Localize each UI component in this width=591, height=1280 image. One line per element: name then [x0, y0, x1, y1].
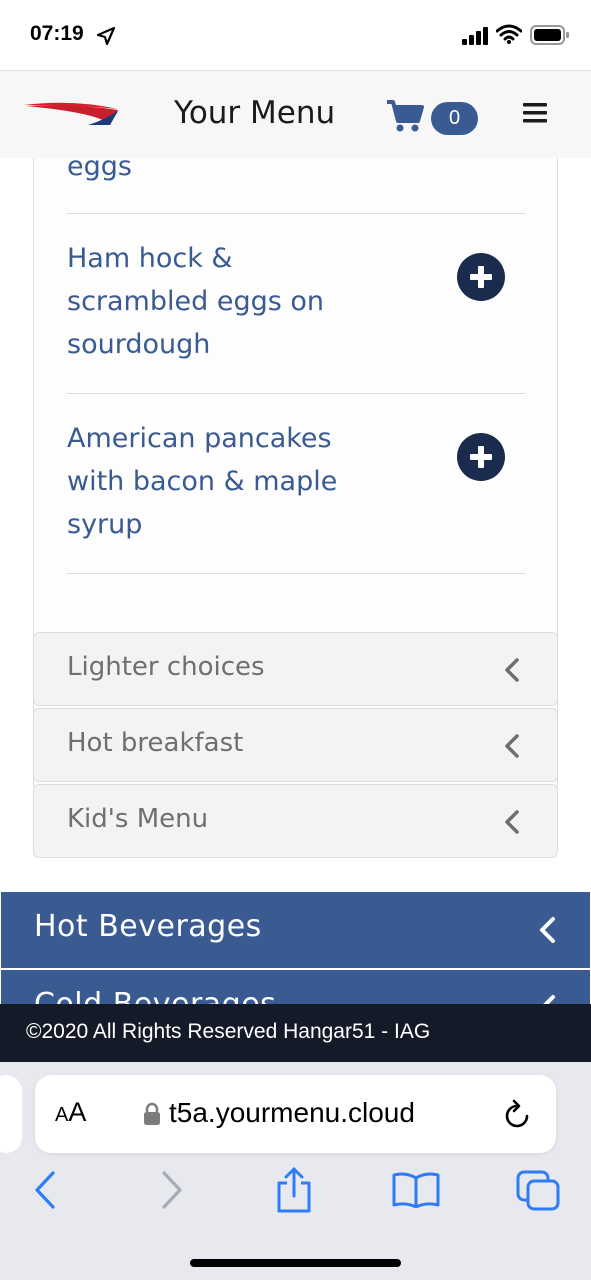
chevron-left-icon	[543, 995, 555, 1004]
back-icon[interactable]	[33, 1170, 57, 1210]
signal-icon	[462, 27, 488, 45]
menu-item-name: eggs	[67, 158, 132, 182]
category-label: Cold Beverages	[34, 987, 276, 1004]
menu-item-name: Ham hock & scrambled eggs on sourdough	[67, 243, 325, 360]
category-hot-beverages[interactable]: Hot Beverages	[1, 892, 590, 968]
category-label: Hot Beverages	[34, 909, 262, 944]
previous-tab-preview[interactable]	[0, 1075, 22, 1153]
share-icon[interactable]	[275, 1166, 313, 1214]
category-cold-beverages[interactable]: Cold Beverages	[1, 970, 590, 1004]
subcategory-hot-breakfast[interactable]: Hot breakfast	[33, 708, 558, 782]
lock-icon	[144, 1102, 160, 1125]
home-indicator[interactable]	[190, 1259, 401, 1267]
tabs-icon[interactable]	[516, 1170, 562, 1212]
subcategory-kids-menu[interactable]: Kid's Menu	[33, 784, 558, 858]
wifi-icon	[496, 24, 522, 44]
add-item-button[interactable]	[457, 253, 505, 301]
add-item-button[interactable]	[457, 433, 505, 481]
battery-icon	[530, 25, 569, 45]
menu-content[interactable]: eggs Ham hock & scrambled eggs on sourdo…	[0, 158, 591, 1004]
chevron-left-icon	[505, 810, 519, 834]
british-airways-logo[interactable]	[22, 99, 122, 129]
menu-item-name: American pancakes with bacon & maple syr…	[67, 423, 338, 540]
subcategory-label: Lighter choices	[67, 652, 265, 682]
subcategory-label: Kid's Menu	[67, 804, 209, 834]
divider	[67, 213, 525, 214]
browser-chrome: AA t5a.yourmenu.cloud	[0, 1062, 591, 1280]
chevron-left-icon	[505, 658, 519, 682]
reload-icon[interactable]	[501, 1097, 533, 1131]
page-title: Your Menu	[174, 95, 336, 131]
divider	[67, 393, 525, 394]
divider	[67, 573, 525, 574]
chevron-left-icon	[540, 917, 555, 943]
subcategory-label: Hot breakfast	[67, 728, 244, 758]
subcategory-lighter-choices[interactable]: Lighter choices	[33, 632, 558, 706]
reader-settings-button[interactable]: AA	[55, 1097, 86, 1128]
footer: ©2020 All Rights Reserved Hangar51 - IAG	[0, 1004, 591, 1062]
status-time: 07:19	[30, 22, 84, 45]
chevron-left-icon	[505, 734, 519, 758]
status-bar: 07:19	[0, 0, 591, 70]
address-bar[interactable]: AA t5a.yourmenu.cloud	[35, 1075, 556, 1153]
cart-icon[interactable]	[386, 99, 424, 133]
bookmarks-icon[interactable]	[392, 1172, 440, 1208]
hamburger-menu-icon[interactable]	[523, 102, 547, 124]
location-arrow-icon	[96, 26, 116, 46]
cart-count-badge[interactable]: 0	[431, 102, 478, 135]
copyright-text: ©2020 All Rights Reserved Hangar51 - IAG	[26, 1020, 431, 1043]
app-header: Your Menu 0	[0, 70, 591, 158]
forward-icon[interactable]	[160, 1170, 184, 1210]
url-text[interactable]: t5a.yourmenu.cloud	[169, 1097, 415, 1129]
